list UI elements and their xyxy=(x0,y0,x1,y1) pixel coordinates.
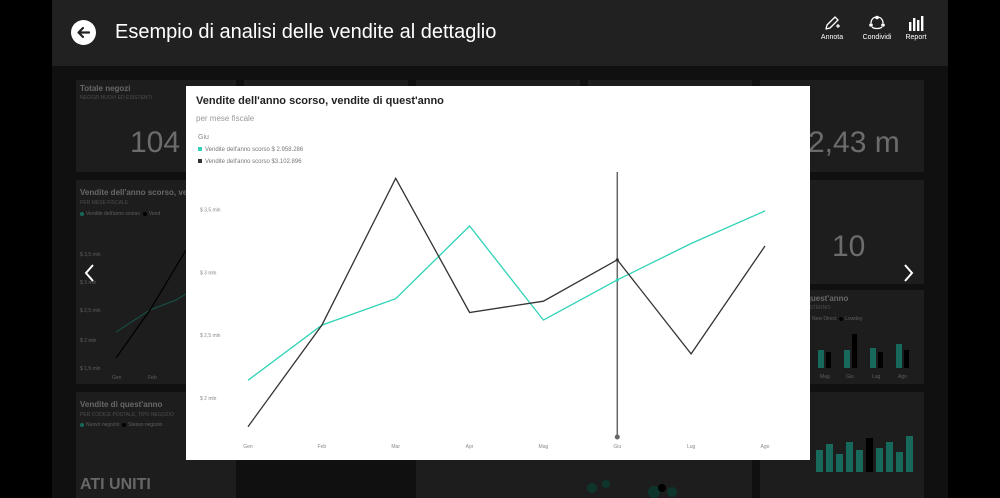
report-label: Report xyxy=(905,34,927,41)
back-button[interactable] xyxy=(71,20,96,45)
bar-chart-icon xyxy=(909,16,924,31)
legend-label: Vendite dell'anno scorso $3.102.896 xyxy=(205,159,302,165)
page-title: Esempio di analisi delle vendite al dett… xyxy=(115,21,497,43)
legend-item[interactable]: Vendite dell'anno scorso $ 2.958.286 xyxy=(198,147,303,153)
series-line-1 xyxy=(247,210,766,381)
x-tick-label: Apr xyxy=(466,444,474,450)
y-tick-label: $ 2,5 mln xyxy=(200,333,221,339)
x-tick-label: Giu xyxy=(613,444,621,450)
chart-title: Vendite dell'anno scorso, vendite di que… xyxy=(196,95,444,107)
share-button[interactable]: Condividi xyxy=(855,15,899,51)
focus-cursor-handle xyxy=(614,434,620,440)
annotate-label: Annota xyxy=(820,34,844,41)
line-chart[interactable]: $ 3,5 mln $ 3 mln $ 2,5 mln $ 2 mln Gen Feb Ma… xyxy=(186,86,810,460)
x-tick-label: Mag xyxy=(539,444,549,450)
x-tick-label: Feb xyxy=(318,444,327,450)
share-label: Condividi xyxy=(862,34,892,41)
x-tick-label: Gen xyxy=(243,444,253,450)
legend-swatch xyxy=(198,159,202,164)
next-tile-button[interactable] xyxy=(898,262,918,284)
y-tick-label: $ 2 mln xyxy=(200,396,217,402)
x-tick-label: Mar xyxy=(391,444,400,450)
data-point xyxy=(615,278,619,282)
data-point xyxy=(615,258,619,262)
share-icon xyxy=(869,15,885,30)
previous-tile-button[interactable] xyxy=(80,262,100,284)
legend-item[interactable]: Vendite dell'anno scorso $3.102.896 xyxy=(198,159,302,165)
chevron-left-icon xyxy=(84,264,94,282)
pen-icon xyxy=(825,16,840,30)
focus-chart-panel[interactable]: $ 3,5 mln $ 3 mln $ 2,5 mln $ 2 mln Gen Feb Ma… xyxy=(186,86,810,460)
chevron-right-icon xyxy=(904,264,914,282)
y-tick-label: $ 3,5 mln xyxy=(200,208,221,214)
x-tick-label: Lug xyxy=(687,444,696,450)
x-tick-label: Ago xyxy=(761,444,770,450)
y-tick-label: $ 3 mln xyxy=(200,270,217,276)
legend-title: Giu xyxy=(198,134,209,141)
series-line-2 xyxy=(247,176,766,428)
report-button[interactable]: Report xyxy=(894,15,938,51)
legend-swatch xyxy=(198,147,202,152)
legend-label: Vendite dell'anno scorso $ 2.958.286 xyxy=(205,147,304,153)
back-arrow-icon xyxy=(77,26,91,39)
app-header: Esempio di analisi delle vendite al dett… xyxy=(52,0,948,66)
annotate-button[interactable]: Annota xyxy=(810,15,854,51)
chart-subtitle: per mese fiscale xyxy=(196,114,255,123)
